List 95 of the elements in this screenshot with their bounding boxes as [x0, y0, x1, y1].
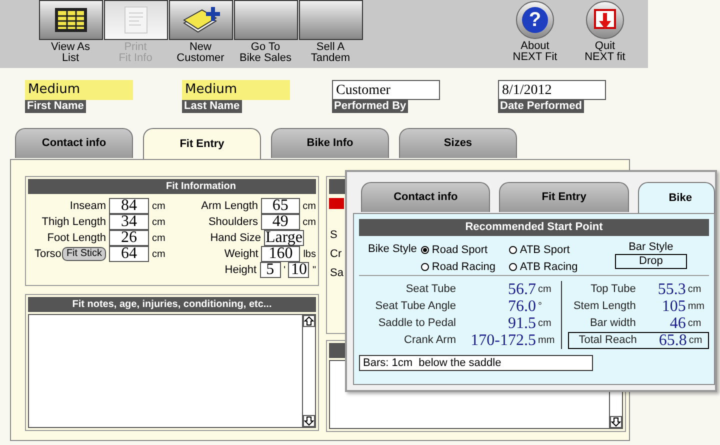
bar-style-field[interactable]: Drop — [614, 254, 687, 269]
scroll-down-icon[interactable] — [610, 416, 622, 428]
value-label: 65.8 — [658, 332, 687, 348]
field-label: S — [330, 229, 338, 242]
unit-label: mm — [688, 300, 704, 314]
value-label: 46 — [668, 316, 686, 332]
value-label: 55.3 — [656, 282, 686, 298]
field-label: Arm Length — [201, 198, 258, 214]
radio-option[interactable]: ATB Racing — [508, 258, 599, 275]
scroll-up-icon[interactable] — [303, 315, 315, 327]
field-label: Stem Length — [572, 299, 636, 314]
value-label: 105 — [660, 298, 686, 314]
tab[interactable]: Contact info — [15, 128, 133, 158]
about-button[interactable]: ? About NEXT Fit — [500, 1, 570, 63]
help-icon: ? — [522, 7, 548, 33]
value-field[interactable]: 26 — [109, 230, 149, 246]
unit-label: cm — [688, 334, 702, 348]
field-label: Seat Tube — [404, 282, 456, 298]
unit-label: cm — [688, 317, 702, 331]
tab[interactable]: Contact info — [361, 182, 490, 212]
value-field[interactable]: 5 — [260, 262, 281, 278]
unit-label: ° — [538, 300, 542, 314]
text-field[interactable]: Customer — [332, 80, 440, 100]
text-field[interactable]: Medium — [182, 80, 290, 100]
field-label: Crank Arm — [403, 333, 456, 348]
panel-title: Recommended Start Point — [465, 220, 603, 236]
field-label: First Name — [25, 100, 86, 113]
unit-label: cm — [152, 216, 166, 230]
value-field[interactable]: 64 — [109, 246, 149, 262]
value-field[interactable]: 49 — [261, 214, 300, 230]
unit-label: cm — [538, 283, 552, 297]
value-field[interactable]: 160 — [261, 246, 300, 262]
unit-label: cm — [302, 200, 316, 214]
value-field[interactable]: 34 — [109, 214, 149, 230]
field-label: Performed By — [332, 100, 408, 113]
radio-option[interactable]: ATB Sport — [508, 242, 599, 258]
value-field[interactable]: 65 — [261, 198, 300, 214]
value-label: 76.0 — [507, 298, 536, 314]
field-label: Saddle to Pedal — [377, 316, 456, 332]
field-label: Shoulders — [208, 214, 258, 230]
field-label: Hand Size — [210, 230, 261, 246]
text-field[interactable]: Medium — [25, 80, 133, 100]
fit-stick-button[interactable]: Fit Stick — [62, 247, 106, 261]
unit-label: cm — [152, 200, 166, 214]
list-icon — [54, 7, 88, 33]
field-label: Inseam — [70, 198, 106, 214]
value-label: 56.7 — [507, 282, 536, 298]
value-label: 170-172.5 — [470, 332, 536, 348]
panel-title: Fit Information — [166, 180, 236, 194]
unit-label: cm — [688, 283, 702, 297]
field-label: Torso — [34, 246, 62, 262]
tab[interactable]: Bike — [638, 182, 715, 213]
field-label: Cr — [330, 248, 342, 261]
unit-label: cm — [538, 317, 552, 331]
document-icon — [124, 6, 148, 34]
scroll-down-icon[interactable] — [303, 415, 315, 427]
tab[interactable]: Bike Info — [271, 128, 389, 158]
field-label: Bar Style — [628, 240, 674, 254]
field-label: Date Performed — [498, 100, 584, 113]
tab[interactable]: Sizes — [399, 128, 517, 158]
field-label: Height — [224, 262, 257, 278]
unit-label: cm — [302, 216, 316, 230]
radio-option[interactable]: Road Sport — [420, 242, 509, 258]
field-label: Bike Style — [368, 242, 417, 257]
field-label: Seat Tube Angle — [374, 299, 456, 314]
cards-with-plus-icon — [180, 5, 220, 35]
value-field[interactable]: Large — [264, 230, 304, 246]
radio-option[interactable]: Road Racing — [420, 258, 509, 275]
value-field[interactable]: 10 — [288, 262, 310, 278]
exit-icon — [593, 8, 617, 32]
note-field[interactable]: Bars: 1cm below the saddle — [359, 355, 593, 371]
text-field[interactable]: 8/1/2012 — [498, 80, 606, 100]
unit-label: cm — [152, 248, 166, 262]
value-field[interactable]: 84 — [109, 198, 149, 214]
unit-label: mm — [538, 334, 555, 348]
tab[interactable]: Fit Entry — [143, 128, 261, 159]
status-marker — [329, 198, 344, 209]
field-label: Sa — [330, 267, 344, 280]
field-label: Last Name — [182, 100, 242, 113]
value-label: 91.5 — [507, 316, 536, 332]
field-label: Foot Length — [47, 230, 106, 246]
field-label: Top Tube — [590, 282, 636, 298]
field-label: Thigh Length — [42, 214, 106, 230]
unit-label: lbs — [303, 248, 316, 262]
unit-label: cm — [152, 232, 166, 246]
quit-button[interactable]: Quit NEXT fit — [570, 1, 640, 63]
field-label: Total Reach — [578, 333, 637, 348]
unit-label: " — [312, 264, 316, 278]
unit-label: ' — [284, 264, 286, 278]
tab[interactable]: Fit Entry — [499, 182, 629, 212]
scrollbar[interactable] — [302, 315, 315, 427]
notes-field[interactable] — [28, 314, 316, 428]
field-label: Bar width — [588, 316, 636, 332]
field-label: Weight — [224, 246, 258, 262]
panel-title: Fit notes, age, injuries, conditioning, etc... — [72, 298, 272, 312]
